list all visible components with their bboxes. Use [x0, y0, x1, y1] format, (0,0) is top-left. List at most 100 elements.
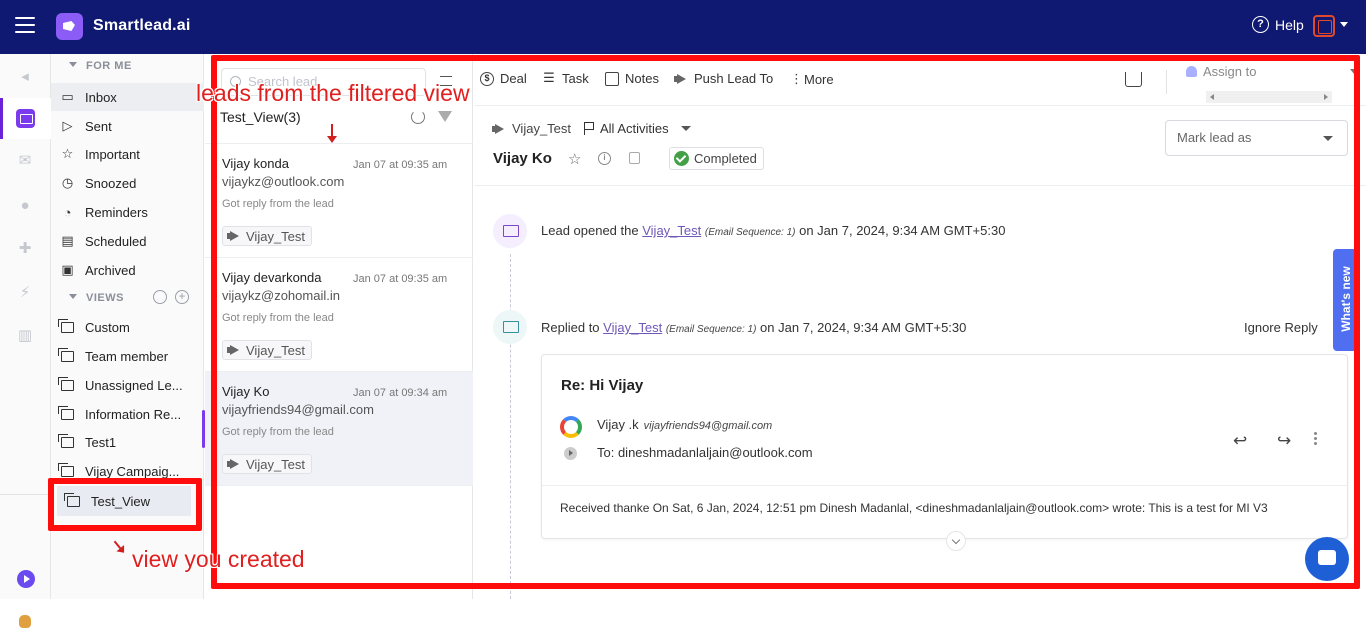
whats-new-tab[interactable]: What's new — [1333, 249, 1359, 351]
nav-item-inbox[interactable]: ▭ Inbox — [51, 83, 204, 111]
inbox-nav-panel: FOR ME ▭ Inbox ▷ Sent ☆ Important ◷ Snoozed … — [51, 54, 204, 599]
expand-icon[interactable] — [564, 447, 577, 460]
nav-item-important[interactable]: ☆ Important — [51, 140, 204, 168]
lead-email: vijayfriends94@gmail.com — [222, 402, 374, 417]
chevron-down-icon[interactable] — [1350, 69, 1358, 74]
filter-icon[interactable] — [438, 111, 452, 122]
view-icon — [58, 405, 74, 420]
push-lead-button[interactable]: Push Lead To — [674, 71, 773, 86]
view-item-unassigned[interactable]: Unassigned Le... — [51, 371, 204, 399]
view-item-vijay-campaign[interactable]: Vijay Campaig... — [51, 457, 204, 485]
more-button[interactable]: ⋮ More — [790, 71, 834, 87]
lead-item-selected[interactable]: Vijay Ko Jan 07 at 09:34 am vijayfriends… — [205, 371, 473, 485]
toolbar-divider — [1166, 70, 1167, 94]
horizontal-scrollbar[interactable] — [1206, 91, 1332, 103]
email-to: To: dineshmadanlaljain@outlook.com — [597, 445, 813, 460]
notes-icon — [605, 71, 619, 86]
chevron-down-icon[interactable] — [946, 531, 966, 551]
nav-item-reminders[interactable]: ◔ Reminders — [51, 198, 204, 226]
campaign-breadcrumb[interactable]: Vijay_Test — [492, 121, 571, 136]
lead-date: Jan 07 at 09:35 am — [353, 159, 448, 171]
reply-icon[interactable]: ↩ — [1233, 431, 1247, 451]
list-divider — [205, 485, 473, 486]
send-icon: ▷ — [62, 118, 73, 133]
search-icon[interactable] — [153, 290, 167, 304]
campaign-tag: Vijay_Test — [222, 454, 313, 474]
megaphone-icon[interactable]: ◂ — [16, 68, 34, 86]
for-me-heading[interactable]: FOR ME — [69, 60, 132, 72]
brand-name: Smartlead.ai — [93, 17, 191, 34]
lightning-icon[interactable]: ⚡ — [16, 284, 34, 302]
star-icon[interactable]: ☆ — [568, 150, 581, 168]
dollar-icon: $ — [480, 71, 494, 86]
lead-email: vijaykz@outlook.com — [222, 174, 345, 189]
chart-icon[interactable]: ▥ — [16, 327, 34, 345]
money-bag-icon[interactable] — [19, 615, 31, 628]
email-subject: Re: Hi Vijay — [561, 377, 644, 394]
add-icon[interactable]: + — [175, 290, 189, 304]
rail-divider — [0, 494, 51, 495]
nav-item-scheduled[interactable]: ▤ Scheduled — [51, 227, 204, 255]
campaign-link[interactable]: Vijay_Test — [603, 320, 662, 335]
lead-date: Jan 07 at 09:34 am — [353, 387, 448, 399]
nav-item-sent[interactable]: ▷ Sent — [51, 112, 204, 140]
refresh-icon[interactable] — [411, 110, 425, 124]
deal-button[interactable]: $ Deal — [480, 71, 527, 86]
menu-icon[interactable] — [15, 17, 35, 38]
lead-item[interactable]: Vijay konda Jan 07 at 09:35 am vijaykz@o… — [205, 143, 473, 257]
timeline-line — [510, 254, 511, 599]
archive-icon: ▣ — [61, 262, 74, 277]
view-item-information[interactable]: Information Re... — [51, 400, 204, 428]
mark-lead-select[interactable]: Mark lead as — [1165, 120, 1348, 156]
chevron-down-icon[interactable] — [1340, 22, 1348, 27]
views-heading[interactable]: VIEWS — [69, 292, 124, 304]
ignore-reply-button[interactable]: Ignore Reply — [1244, 320, 1318, 335]
inbox-download-icon[interactable] — [1125, 72, 1142, 87]
puzzle-icon[interactable]: ✚ — [16, 240, 34, 258]
lead-name: Vijay devarkonda — [222, 270, 322, 285]
bulb-icon[interactable]: ● — [16, 197, 34, 215]
avatar[interactable] — [1313, 15, 1335, 37]
chat-icon[interactable] — [1305, 537, 1349, 581]
logo-icon — [56, 13, 83, 40]
play-icon[interactable] — [17, 570, 35, 588]
inbox-icon: ▭ — [61, 89, 74, 104]
assign-to-select[interactable]: Assign to — [1186, 64, 1256, 79]
lead-status: Got reply from the lead — [222, 426, 334, 438]
copy-icon[interactable] — [629, 152, 640, 164]
email-divider — [542, 485, 1347, 486]
lead-item[interactable]: Vijay devarkonda Jan 07 at 09:35 am vija… — [205, 257, 473, 371]
lead-date: Jan 07 at 09:35 am — [353, 273, 448, 285]
annotation-view-note: view you created — [132, 546, 305, 572]
annotation-leads-note: leads from the filtered view — [196, 80, 470, 106]
campaign-tag: Vijay_Test — [222, 226, 313, 246]
kebab-icon[interactable] — [1314, 432, 1317, 447]
task-button[interactable]: ☰ Task — [542, 69, 589, 87]
mail-icon[interactable]: ✉ — [16, 152, 34, 170]
campaign-link[interactable]: Vijay_Test — [642, 223, 701, 238]
google-icon — [560, 416, 582, 438]
annotation-arrow-icon — [327, 124, 337, 143]
email-from: Vijay .k vijayfriends94@gmail.com — [597, 417, 773, 432]
lead-title: Vijay Ko — [493, 150, 552, 167]
view-icon — [64, 492, 80, 507]
task-list-icon: ☰ — [543, 69, 555, 85]
view-item-custom[interactable]: Custom — [51, 313, 204, 341]
view-item-test1[interactable]: Test1 — [51, 428, 204, 456]
nav-item-archived[interactable]: ▣ Archived — [51, 256, 204, 284]
lead-name: Vijay Ko — [222, 384, 270, 399]
alarm-icon: ◷ — [61, 175, 74, 190]
help-button[interactable]: ? Help — [1252, 16, 1304, 33]
view-item-team-member[interactable]: Team member — [51, 342, 204, 370]
view-item-test-view[interactable]: Test_View — [57, 486, 191, 516]
megaphone-icon — [227, 345, 241, 355]
info-icon[interactable]: i — [598, 152, 611, 165]
inbox-icon[interactable] — [16, 109, 35, 128]
lead-status: Got reply from the lead — [222, 312, 334, 324]
megaphone-icon — [227, 231, 241, 241]
activities-filter[interactable]: All Activities — [584, 121, 691, 136]
forward-icon[interactable]: ↪ — [1277, 431, 1291, 451]
notes-button[interactable]: Notes — [605, 71, 659, 86]
nav-item-snoozed[interactable]: ◷ Snoozed — [51, 169, 204, 197]
view-icon — [58, 462, 74, 477]
